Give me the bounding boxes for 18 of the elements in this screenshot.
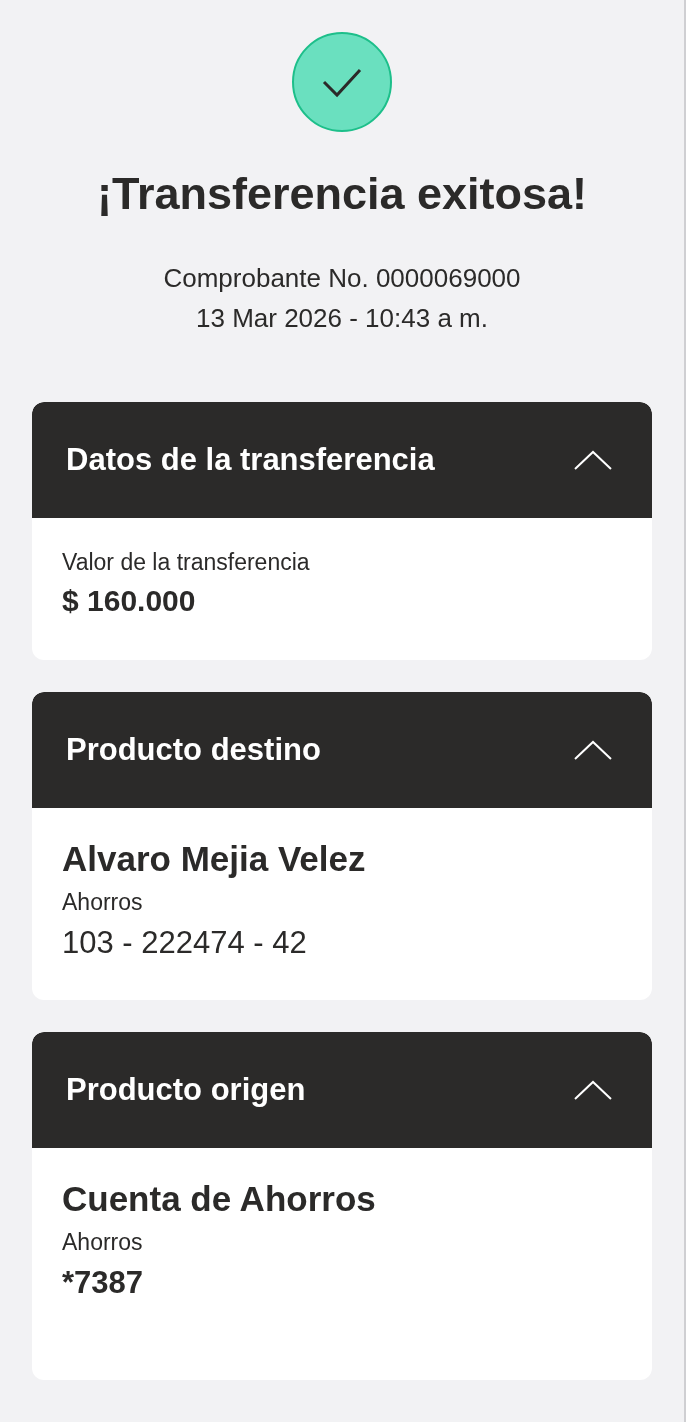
success-title: ¡Transferencia exitosa! — [96, 168, 588, 220]
receipt-number: Comprobante No. 0000069000 — [163, 262, 521, 295]
section-header[interactable]: Datos de la transferencia — [32, 402, 652, 518]
product-name: Alvaro Mejia Velez — [62, 838, 366, 880]
chevron-icon — [574, 450, 612, 470]
chevron-icon — [574, 740, 612, 760]
chevron-icon — [574, 1080, 612, 1100]
section-header[interactable]: Producto destino — [32, 692, 652, 808]
amount-label: Valor de la transferencia — [62, 548, 310, 577]
transfer-datetime: 13 Mar 2026 - 10:43 a m. — [196, 302, 488, 335]
section-header[interactable]: Producto origen — [32, 1032, 652, 1148]
amount-value: $ 160.000 — [62, 583, 196, 619]
product-type: Ahorros — [62, 1228, 143, 1257]
product-name: Cuenta de Ahorros — [62, 1178, 376, 1220]
success-check-icon — [292, 32, 392, 132]
account-number: 103 - 222474 - 42 — [62, 924, 307, 962]
account-number: *7387 — [62, 1264, 144, 1302]
product-type: Ahorros — [62, 888, 143, 917]
